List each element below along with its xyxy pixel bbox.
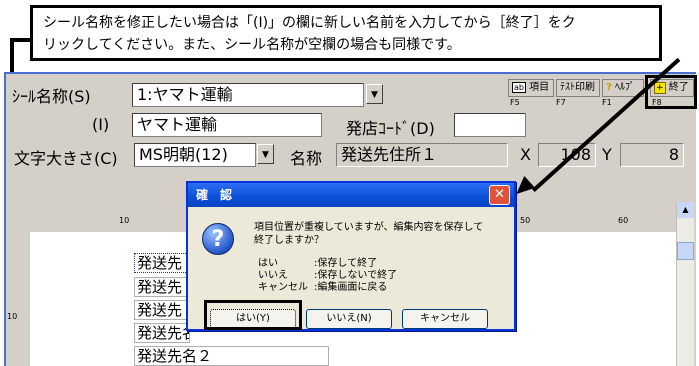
chevron-down-icon[interactable]: ▼ — [366, 84, 383, 104]
help-icon: ? — [606, 82, 612, 93]
canvas-item[interactable]: 発送先名 — [134, 323, 190, 343]
font-size-label: 文字大きさ(C) — [14, 149, 118, 168]
help-key: F1 — [602, 98, 612, 107]
shop-code-label: 発店ｺｰﾄﾞ(D) — [346, 119, 435, 138]
no-button[interactable]: いいえ(N) — [306, 309, 392, 329]
name-value: 発送先住所１ — [336, 143, 508, 167]
callout-line-1: シール名称を修正したい場合は「(I)」の欄に新しい名前を入力してから［終了］をク — [43, 15, 576, 31]
items-key: F5 — [510, 98, 520, 107]
chevron-down-icon[interactable]: ▼ — [257, 144, 274, 164]
ruler-tick: 10 — [119, 216, 130, 225]
test-print-key: F7 — [556, 98, 566, 107]
scroll-thumb[interactable] — [677, 242, 694, 260]
instruction-callout: シール名称を修正したい場合は「(I)」の欄に新しい名前を入力してから［終了］をク… — [30, 5, 662, 61]
help-label: ﾍﾙﾌﾟ — [615, 82, 635, 93]
yes-highlight-frame — [204, 300, 302, 330]
callout-line-2: リックしてください。また、シール名称が空欄の場合も同様です。 — [43, 37, 461, 53]
close-icon[interactable]: ✕ — [489, 185, 510, 205]
name-label: 名称 — [290, 149, 323, 168]
i-name-input[interactable]: ヤマト運輸 — [132, 113, 322, 137]
canvas-item[interactable]: 発送先 — [134, 300, 190, 320]
ruler-tick: 50 — [520, 216, 531, 225]
items-button[interactable]: ab 項目 — [508, 79, 554, 97]
option-key: キャンセル — [258, 282, 308, 293]
test-print-button[interactable]: ﾃｽﾄ印刷 — [556, 79, 600, 97]
dialog-message-line-1: 項目位置が重複していますが、編集内容を保存して — [254, 222, 484, 233]
vertical-ruler: 10 — [6, 232, 30, 366]
shop-code-input[interactable] — [454, 113, 526, 137]
canvas-item[interactable]: 発送先 — [134, 277, 190, 297]
i-label: (I) — [92, 115, 110, 134]
items-label: 項目 — [529, 82, 550, 93]
y-value: 8 — [620, 143, 684, 167]
scroll-up-icon[interactable]: ▲ — [677, 202, 694, 218]
x-label: X — [520, 145, 531, 164]
y-label: Y — [602, 145, 612, 164]
font-size-select[interactable]: MS明朝(12) — [134, 143, 256, 167]
canvas-item[interactable]: 発送先名２ — [134, 346, 329, 366]
items-icon: ab — [512, 82, 526, 93]
option-desc: :編集画面に戻る — [314, 282, 388, 293]
ruler-tick: 60 — [618, 216, 629, 225]
question-icon: ? — [202, 223, 234, 255]
vertical-scrollbar[interactable]: ▲ — [676, 202, 694, 366]
seal-name-label: ｼｰﾙ名称(S) — [12, 87, 91, 106]
x-value: 108 — [538, 143, 596, 167]
seal-name-select[interactable]: 1:ヤマト運輸 — [132, 83, 364, 107]
cancel-button[interactable]: キャンセル — [402, 309, 488, 329]
dialog-message-line-2: 終了しますか？ — [254, 235, 324, 246]
ruler-row-mark: 10 — [7, 312, 18, 321]
dialog-title: 確 認 — [188, 183, 514, 207]
canvas-item[interactable]: 発送先 — [134, 253, 190, 273]
